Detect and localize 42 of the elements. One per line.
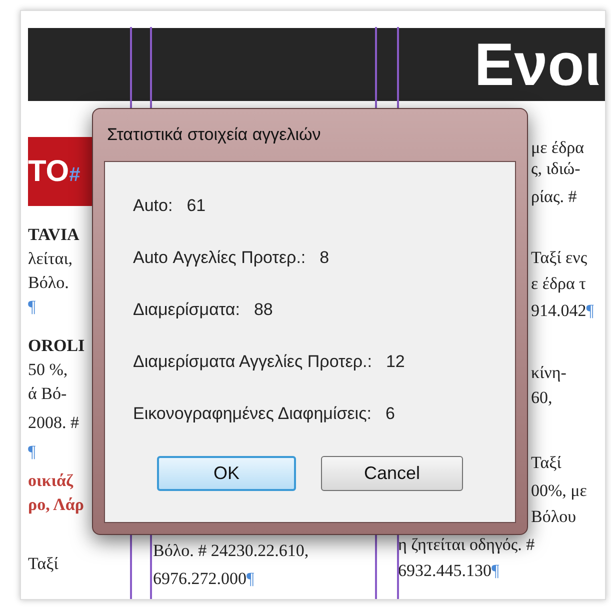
paragraph-mark: ¶ — [28, 442, 36, 461]
text-line: κίνη- — [531, 363, 566, 382]
stat-label: Εικονογραφημένες Διαφημίσεις: — [133, 403, 372, 426]
text-line: ά Βό- — [28, 384, 67, 403]
stat-value: 8 — [320, 247, 330, 270]
dialog-title: Στατιστικά στοιχεία αγγελιών — [107, 124, 321, 146]
text-line: ς, ιδιώ- — [531, 159, 580, 178]
text-line: ε έδρα τ — [531, 274, 586, 293]
text-line: Ταξί — [531, 453, 562, 472]
text-line: ρο, Λάρ — [28, 495, 84, 514]
text-line: TAVIA — [28, 225, 80, 244]
text-line: 60, — [531, 388, 552, 407]
stat-label: Auto: — [133, 195, 173, 218]
stat-value: 6 — [386, 403, 395, 426]
stat-label: Διαμερίσματα Αγγελίες Προτερ.: — [133, 351, 372, 374]
text-line: η ζητείται οδηγός. # — [398, 535, 535, 554]
stat-value: 61 — [186, 195, 206, 218]
text-line: 6976.272.000¶ — [153, 569, 254, 588]
text-line: Βόλου — [531, 507, 576, 526]
text-line: OROLI — [28, 336, 85, 355]
section-banner: ΤΟ# — [28, 137, 92, 206]
text-line: με έδρα — [531, 138, 584, 157]
text-line: Βόλο. — [28, 273, 69, 292]
text-line: λείται, — [28, 249, 73, 268]
text-line: 914.042¶ — [531, 301, 594, 320]
text-line: Ταξί — [28, 554, 58, 573]
text-line: 6932.445.130¶ — [398, 561, 500, 580]
stat-value: 12 — [386, 351, 405, 374]
stat-value: 88 — [254, 299, 273, 322]
text-line: ρίας. # — [531, 187, 577, 206]
text-line: Βόλο. # 24230.22.610, — [153, 541, 309, 560]
stat-label: Auto Αγγελίες Προτερ.: — [133, 247, 306, 270]
text-line: 00%, με — [531, 481, 587, 500]
text-line: 2008. # — [28, 413, 79, 432]
text-line: οικιάζ — [28, 471, 73, 490]
text-line: 50 %, — [28, 360, 68, 379]
page-heading: Ενοι — [474, 30, 602, 100]
paragraph-mark: ¶ — [28, 297, 36, 316]
ok-button[interactable]: OK — [157, 456, 296, 491]
stat-label: Διαμερίσματα: — [133, 299, 240, 322]
cancel-button[interactable]: Cancel — [321, 456, 463, 491]
text-line: Ταξί ενς — [531, 248, 588, 267]
